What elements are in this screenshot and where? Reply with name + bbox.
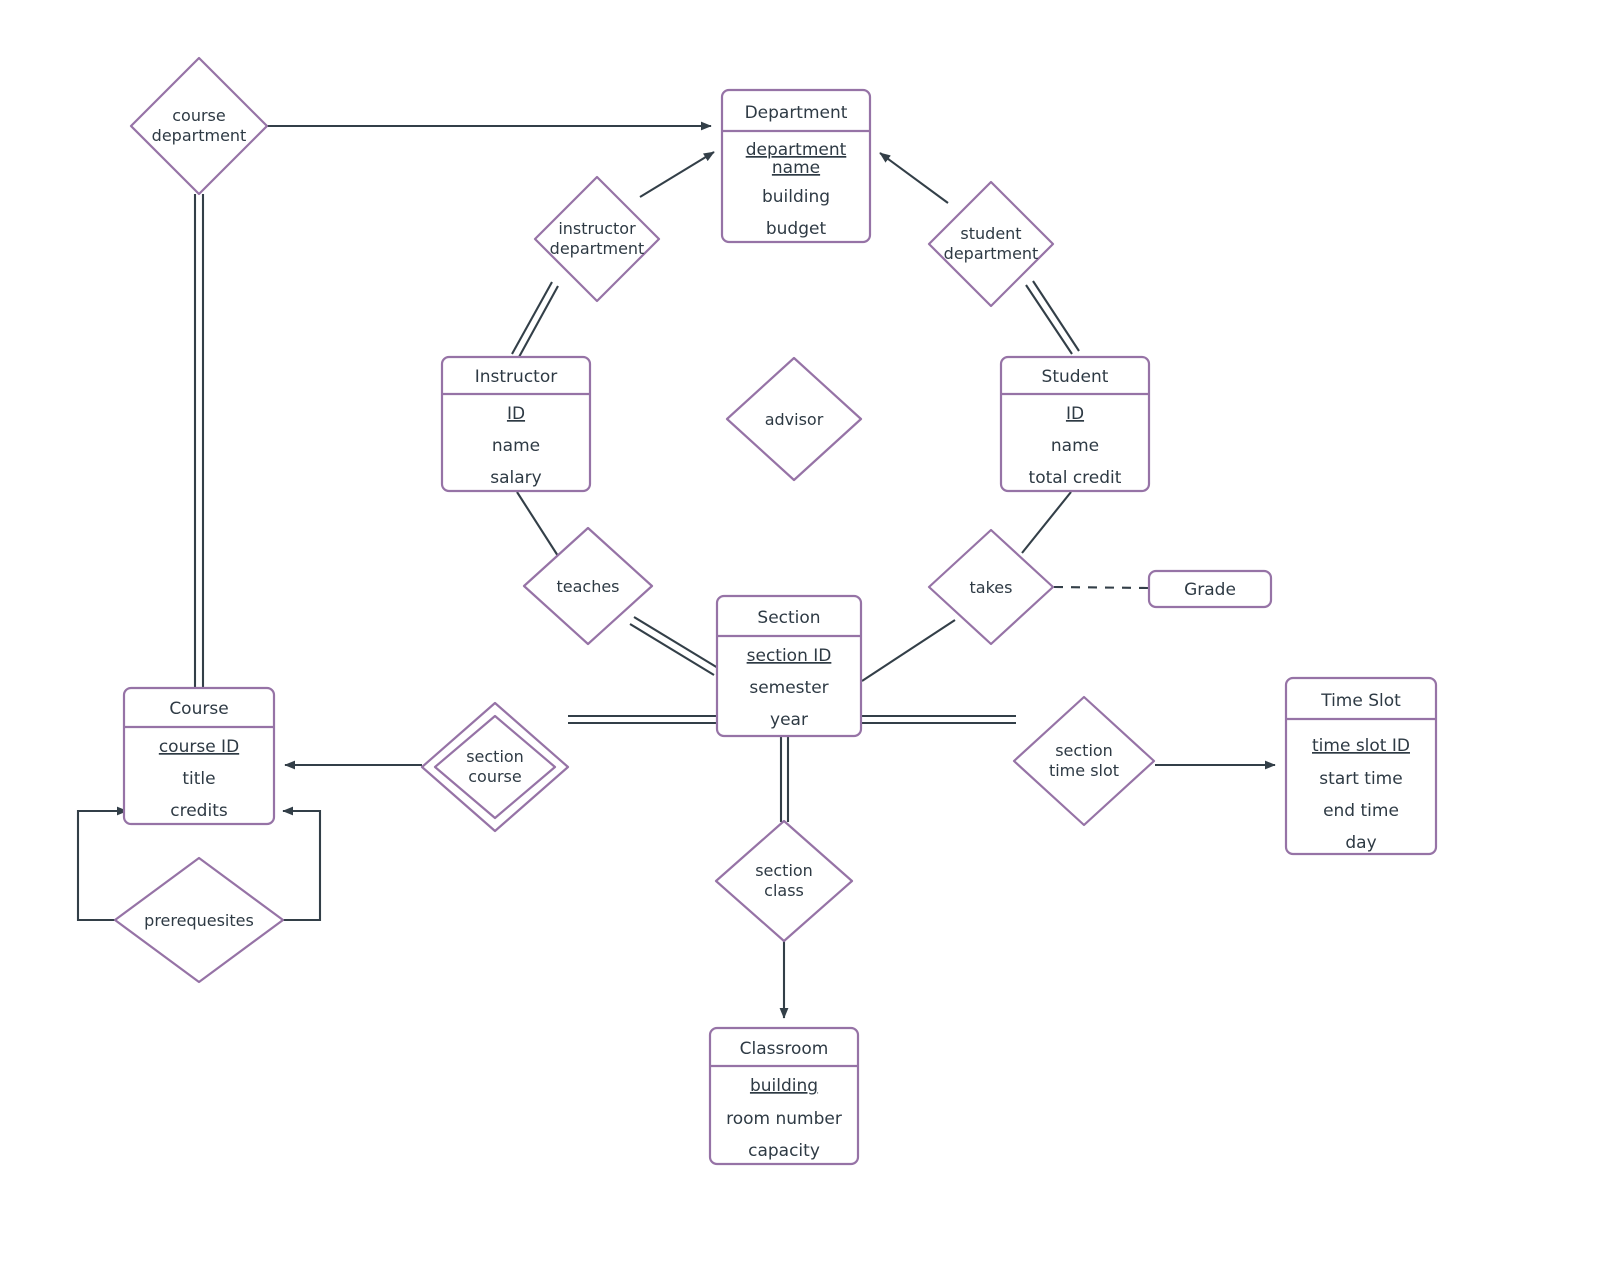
relationship-label-line2: department xyxy=(152,126,247,145)
entity-title: Time Slot xyxy=(1320,691,1401,711)
entity-attribute: building xyxy=(762,187,830,207)
relationship-student-department[interactable]: student department xyxy=(927,180,1055,308)
entity-attribute-pk: ID xyxy=(1066,404,1084,424)
entity-attribute: start time xyxy=(1319,769,1402,789)
entity-title: Classroom xyxy=(740,1039,829,1059)
relationship-label-line1: course xyxy=(172,106,225,125)
link-teaches-to-section-b xyxy=(629,623,715,676)
relationship-label-line2: department xyxy=(550,239,645,258)
link-student-department-to-department xyxy=(879,152,949,204)
relationship-prerequesites[interactable]: prerequesites xyxy=(113,856,285,984)
relationship-label-line2: time slot xyxy=(1049,761,1119,780)
relationship-label-line1: section xyxy=(466,747,524,766)
entity-attribute: year xyxy=(770,710,808,730)
er-diagram-svg: course department instructor department … xyxy=(76,56,1438,1166)
relationship-label-line1: instructor xyxy=(558,219,636,238)
entity-attribute: capacity xyxy=(748,1141,820,1161)
entity-attribute: total credit xyxy=(1029,468,1122,488)
link-instructor-to-teaches xyxy=(516,491,559,557)
entity-attribute: title xyxy=(182,769,215,789)
attribute-label: Grade xyxy=(1184,580,1236,600)
entity-student[interactable]: Student ID name total credit xyxy=(999,355,1151,493)
entity-title: Section xyxy=(757,608,820,628)
link-instructor-department-to-instructor-b xyxy=(518,285,559,358)
entity-attribute: day xyxy=(1345,833,1376,853)
relationship-label-line1: section xyxy=(1055,741,1113,760)
entity-department[interactable]: Department department name building budg… xyxy=(720,88,872,244)
entity-time-slot[interactable]: Time Slot time slot ID start time end ti… xyxy=(1284,676,1438,856)
relationship-section-time-slot[interactable]: section time slot xyxy=(1012,695,1156,827)
entity-attribute-pk: course ID xyxy=(159,737,239,757)
entity-attribute-pk: building xyxy=(750,1076,818,1096)
relationship-label-line1: prerequesites xyxy=(144,911,254,930)
entity-attribute-pk: department xyxy=(746,140,847,160)
entity-attribute: semester xyxy=(749,678,828,698)
entity-attribute: name xyxy=(492,436,540,456)
entity-title: Course xyxy=(169,699,228,719)
entity-instructor[interactable]: Instructor ID name salary xyxy=(440,355,592,493)
link-teaches-to-section-a xyxy=(633,616,719,669)
entity-attribute-pk: time slot ID xyxy=(1312,736,1410,756)
relationship-label-line1: takes xyxy=(970,578,1013,597)
relationship-course-department[interactable]: course department xyxy=(129,56,269,196)
entity-attribute: end time xyxy=(1323,801,1399,821)
entity-attribute: room number xyxy=(726,1109,842,1129)
entity-classroom[interactable]: Classroom building room number capacity xyxy=(708,1026,860,1166)
entity-attribute-pk-line2: name xyxy=(772,158,820,178)
entity-course[interactable]: Course course ID title credits xyxy=(122,686,276,826)
relationship-label-line2: class xyxy=(764,881,804,900)
relationships-layer: course department instructor department … xyxy=(113,56,1156,984)
entities-layer: Department department name building budg… xyxy=(122,88,1438,1166)
entity-title: Student xyxy=(1042,367,1109,387)
link-student-to-takes xyxy=(1021,491,1072,554)
relationship-takes[interactable]: takes xyxy=(927,528,1055,646)
relationship-label-line1: student xyxy=(960,224,1021,243)
relationship-label-line1: section xyxy=(755,861,813,880)
entity-attribute: name xyxy=(1051,436,1099,456)
entity-title: Department xyxy=(745,103,848,123)
entity-title: Instructor xyxy=(475,367,557,387)
link-instructor-department-to-instructor-a xyxy=(511,281,553,355)
relationship-label-line2: course xyxy=(468,767,521,786)
relationship-label-line1: teaches xyxy=(556,577,619,596)
attribute-box-grade[interactable]: Grade xyxy=(1147,569,1273,609)
relationship-label-line2: department xyxy=(944,244,1039,263)
link-takes-to-grade xyxy=(1053,585,1150,590)
entity-attribute-pk: section ID xyxy=(747,646,832,666)
link-student-department-to-student-a xyxy=(1025,284,1073,355)
link-prerequesites-loop-right xyxy=(282,806,322,922)
entity-attribute: salary xyxy=(490,468,541,488)
link-prerequesites-loop-left xyxy=(76,806,128,922)
connections-layer xyxy=(76,121,1276,1019)
entity-attribute: credits xyxy=(170,801,228,821)
relationship-advisor[interactable]: advisor xyxy=(725,356,863,482)
relationship-section-course[interactable]: section course xyxy=(420,701,570,833)
er-diagram-canvas: course department instructor department … xyxy=(0,0,1600,1280)
link-instructor-department-to-department xyxy=(639,151,715,198)
entity-section[interactable]: Section section ID semester year xyxy=(715,594,863,738)
entity-attribute-pk: ID xyxy=(507,404,525,424)
relationship-section-class[interactable]: section class xyxy=(714,819,854,943)
link-takes-to-section xyxy=(861,619,956,682)
entity-attribute: budget xyxy=(766,219,827,239)
relationship-label-line1: advisor xyxy=(765,410,824,429)
link-student-department-to-student-b xyxy=(1032,280,1080,352)
